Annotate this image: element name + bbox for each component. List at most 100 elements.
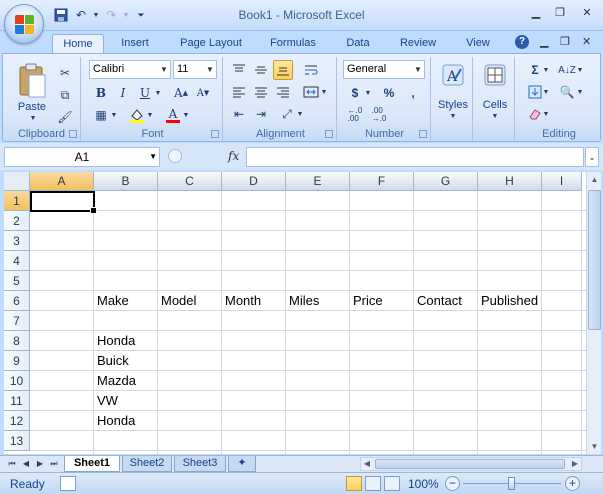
row-header-8[interactable]: 8 [4,331,30,351]
last-sheet-icon[interactable]: ⏭ [48,458,60,470]
cell-h6[interactable]: Published [478,291,538,311]
row-header-11[interactable]: 11 [4,391,30,411]
cut-icon[interactable]: ✂ [55,63,75,83]
alignment-launcher-icon[interactable] [325,130,333,138]
active-cell-border[interactable] [30,191,97,214]
grow-font-icon[interactable]: A ▲ [171,83,191,103]
scroll-down-icon[interactable]: ▼ [587,439,602,454]
font-size-combo[interactable]: 11 ▼ [173,60,217,79]
row-header-5[interactable]: 5 [4,271,30,291]
tab-insert[interactable]: Insert [110,34,160,53]
fill-dropdown-icon[interactable]: ▼ [541,82,551,102]
formula-bar-handle-icon[interactable] [168,149,182,163]
zoom-level[interactable]: 100% [408,477,439,491]
column-header-g[interactable]: G [414,172,478,191]
workbook-close-icon[interactable]: ✕ [582,35,591,48]
horizontal-scrollbar[interactable]: ◀ ▶ [360,457,582,471]
comma-icon[interactable]: , [403,83,423,103]
currency-icon[interactable]: $ [345,83,365,103]
insert-sheet-icon[interactable]: ✦ [228,456,256,472]
name-box[interactable]: A1 ▼ [4,147,160,167]
select-all-corner[interactable] [4,172,30,191]
number-launcher-icon[interactable] [419,130,427,138]
autosum-dropdown-icon[interactable]: ▼ [541,60,551,80]
wrap-text-icon[interactable] [301,60,321,80]
merge-center-icon[interactable] [301,82,321,102]
fill-color-icon[interactable] [127,105,147,125]
vertical-scrollbar[interactable]: ▲ ▼ [586,172,601,454]
next-sheet-icon[interactable]: ▶ [34,458,46,470]
workbook-minimize-icon[interactable]: ▁ [540,35,548,48]
cell-b6[interactable]: Make [94,291,129,311]
zoom-in-icon[interactable]: + [565,476,580,491]
scroll-right-icon[interactable]: ▶ [569,458,581,470]
horizontal-scroll-thumb[interactable] [375,459,565,469]
office-button[interactable] [4,4,44,44]
cell-b9[interactable]: Buick [94,351,129,371]
tab-data[interactable]: Data [336,34,380,53]
cells-icon[interactable] [483,63,507,87]
merge-dropdown-icon[interactable]: ▼ [319,82,329,102]
zoom-slider-thumb[interactable] [508,477,515,490]
italic-icon[interactable]: I [113,83,133,103]
row-header-10[interactable]: 10 [4,371,30,391]
column-header-i[interactable]: I [542,172,582,191]
column-header-d[interactable]: D [222,172,286,191]
row-header-9[interactable]: 9 [4,351,30,371]
insert-function-icon[interactable]: fx [228,149,239,163]
underline-dropdown-icon[interactable]: ▼ [153,83,163,103]
align-center-icon[interactable] [251,82,271,102]
chevron-down-icon[interactable]: ▼ [149,148,157,166]
shrink-font-icon[interactable]: A ▼ [193,83,213,103]
fill-color-dropdown-icon[interactable]: ▼ [145,105,155,125]
close-icon[interactable]: ✕ [573,3,601,21]
cell-f6[interactable]: Price [350,291,383,311]
align-right-icon[interactable] [273,82,293,102]
styles-icon[interactable]: A [441,63,465,87]
increase-decimal-icon[interactable]: ←.0.00 [345,105,365,125]
column-header-e[interactable]: E [286,172,350,191]
align-bottom-icon[interactable] [273,60,293,80]
scroll-up-icon[interactable]: ▲ [587,172,602,187]
sheet-tab-sheet1[interactable]: Sheet1 [64,456,120,472]
borders-dropdown-icon[interactable]: ▼ [109,105,119,125]
scroll-left-icon[interactable]: ◀ [361,458,373,470]
prev-sheet-icon[interactable]: ◀ [20,458,32,470]
cell-g6[interactable]: Contact [414,291,462,311]
paste-button-label[interactable]: Paste [11,101,53,113]
tab-review[interactable]: Review [390,34,446,53]
zoom-out-icon[interactable]: − [445,476,460,491]
vertical-scroll-thumb[interactable] [588,190,601,330]
page-break-view-icon[interactable] [384,476,400,491]
worksheet-grid[interactable]: A B C D E F G H I 1 2 3 4 5 6 7 8 9 10 11 12 13 Make Model Month… [4,172,586,454]
expand-formula-bar-icon[interactable]: ⌄ [585,147,599,167]
format-painter-icon[interactable]: 🖌 [55,107,75,127]
tab-page-layout[interactable]: Page Layout [172,34,250,53]
find-dropdown-icon[interactable]: ▼ [575,82,585,102]
column-header-c[interactable]: C [158,172,222,191]
underline-icon[interactable]: U [135,83,155,103]
tab-formulas[interactable]: Formulas [262,34,324,53]
styles-dropdown-icon[interactable]: ▼ [447,113,459,120]
borders-icon[interactable]: ▦ [91,105,111,125]
clear-dropdown-icon[interactable]: ▼ [541,104,551,124]
row-header-3[interactable]: 3 [4,231,30,251]
sheet-tab-sheet2[interactable]: Sheet2 [122,456,172,472]
row-header-12[interactable]: 12 [4,411,30,431]
cell-c6[interactable]: Model [158,291,196,311]
orientation-icon[interactable]: ⤢ [277,104,297,124]
normal-view-icon[interactable] [346,476,362,491]
bold-icon[interactable]: B [91,83,111,103]
orientation-dropdown-icon[interactable]: ▼ [295,104,305,124]
column-header-b[interactable]: B [94,172,158,191]
cell-b10[interactable]: Mazda [94,371,136,391]
increase-indent-icon[interactable]: ⇥ [251,104,271,124]
row-header-6[interactable]: 6 [4,291,30,311]
decrease-decimal-icon[interactable]: .00 →.0 [369,105,389,125]
cells-dropdown-icon[interactable]: ▼ [489,113,501,120]
help-icon[interactable]: ? [515,35,529,49]
formula-input[interactable] [246,147,584,167]
macro-record-icon[interactable] [60,476,76,491]
cell-b8[interactable]: Honda [94,331,135,351]
align-left-icon[interactable] [229,82,249,102]
